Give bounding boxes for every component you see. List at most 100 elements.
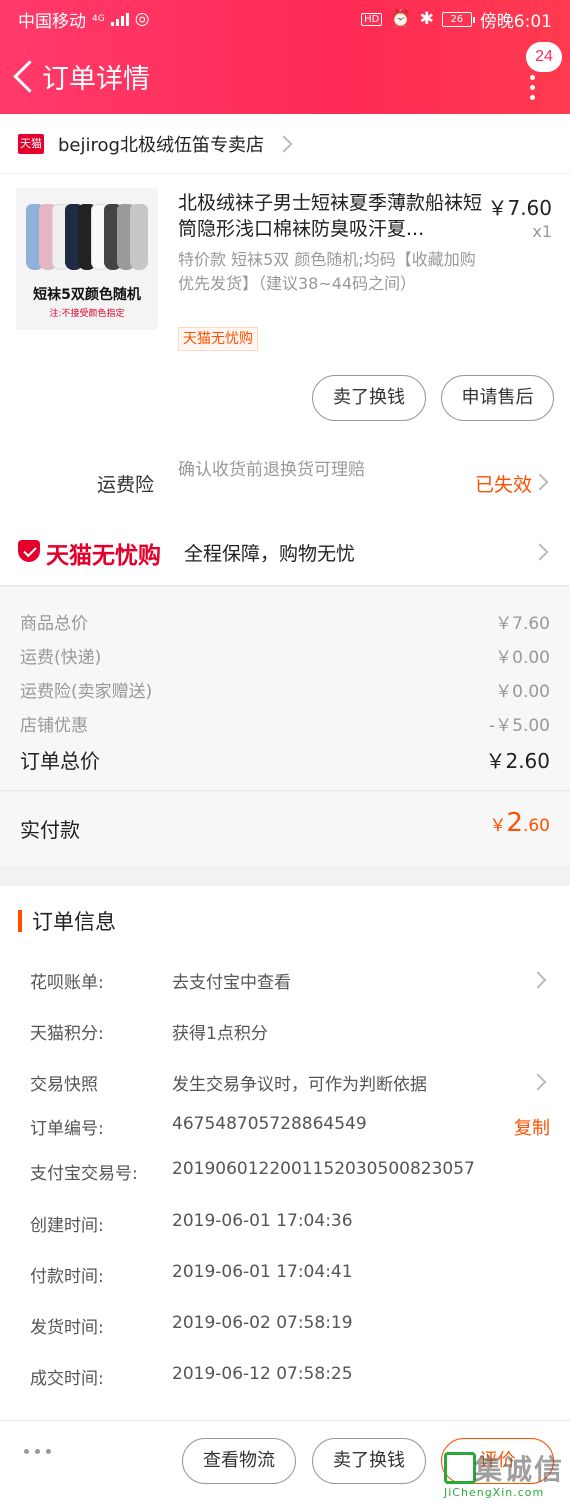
- info-row-paid: 付款时间: 2019-06-01 17:04:41: [30, 1262, 550, 1292]
- page-title: 订单详情: [42, 63, 150, 95]
- signal-icon: [110, 12, 129, 26]
- status-bar: 中国移动 4G ◎ HD ⏰ ✱ 26 傍晚6:01: [0, 0, 570, 38]
- store-name: bejirog北极绒伍笛专卖店: [58, 134, 264, 156]
- title-bar: 订单详情 24: [0, 38, 570, 114]
- hd-icon: HD: [361, 12, 383, 26]
- summary-value: ￥7.60: [495, 614, 550, 634]
- info-label: 发货时间:: [30, 1318, 104, 1338]
- tmall-logo-icon: 天猫: [18, 133, 44, 154]
- product-image[interactable]: 短袜5双颜色随机 注:不接受颜色指定: [16, 188, 158, 330]
- summary-row: 店铺优惠 -￥5.00: [20, 711, 550, 736]
- network-label: 4G: [92, 14, 105, 24]
- wuyou-row[interactable]: 天猫无忧购 全程保障，购物无忧: [0, 516, 570, 586]
- wuyou-tag: 天猫无忧购: [178, 327, 258, 351]
- shipping-insurance-row[interactable]: 运费险 确认收货前退换货可理赔 已失效: [0, 454, 570, 516]
- info-label: 天猫积分:: [30, 1024, 104, 1044]
- chevron-right-icon: [529, 1073, 547, 1091]
- insurance-desc: 确认收货前退换货可理赔: [178, 460, 365, 480]
- order-total-row: 订单总价 ￥2.60: [20, 745, 550, 774]
- shield-icon: [18, 540, 40, 562]
- product-card: 短袜5双颜色随机 注:不接受颜色指定 北极绒袜子男士短袜夏季薄款船袜短筒隐形浅口…: [0, 174, 570, 454]
- watermark-logo-icon: [444, 1452, 476, 1484]
- image-caption: 短袜5双颜色随机: [33, 287, 141, 303]
- order-info-title: 订单信息: [18, 908, 116, 934]
- info-label: 交易快照: [30, 1075, 98, 1095]
- paid-value: ￥2.60: [489, 808, 550, 838]
- summary-row: 运费险(卖家赠送) ￥0.00: [20, 677, 550, 702]
- insurance-label: 运费险: [97, 474, 155, 496]
- summary-label: 运费险(卖家赠送): [20, 682, 153, 702]
- product-title[interactable]: 北极绒袜子男士短袜夏季薄款船袜短筒隐形浅口棉袜防臭吸汗夏...: [178, 190, 484, 242]
- order-total-label: 订单总价: [20, 749, 100, 773]
- info-row-order-number: 订单编号: 467548705728864549 复制: [30, 1114, 550, 1144]
- info-row-alipay: 支付宝交易号: 2019060122001152030500823057: [30, 1159, 550, 1189]
- info-value: 2019060122001152030500823057: [172, 1159, 475, 1179]
- sell-button[interactable]: 卖了换钱: [312, 375, 426, 421]
- summary-label: 商品总价: [20, 614, 88, 634]
- info-label: 创建时间:: [30, 1216, 104, 1236]
- summary-label: 运费(快递): [20, 648, 102, 668]
- sell-button-bottom[interactable]: 卖了换钱: [312, 1438, 426, 1484]
- summary-value: ￥0.00: [495, 648, 550, 668]
- order-info-section: 订单信息 花呗账单: 去支付宝中查看 天猫积分: 获得1点积分 交易快照 发生交…: [0, 886, 570, 1420]
- chevron-right-icon: [529, 971, 547, 989]
- info-value: 发生交易争议时，可作为判断依据: [172, 1075, 427, 1095]
- alarm-icon: ⏰: [390, 9, 412, 29]
- socks-graphic: [26, 198, 148, 278]
- info-row-points: 天猫积分: 获得1点积分: [30, 1019, 550, 1049]
- bluetooth-icon: ✱: [419, 9, 434, 29]
- clock: 傍晚6:01: [479, 11, 552, 32]
- info-value: 2019-06-01 17:04:41: [172, 1262, 353, 1282]
- info-row-completed: 成交时间: 2019-06-12 07:58:25: [30, 1364, 550, 1394]
- image-note: 注:不接受颜色指定: [49, 309, 125, 319]
- battery-icon: 26: [441, 11, 475, 27]
- paid-row: 实付款 ￥2.60: [0, 792, 570, 866]
- info-label: 订单编号:: [30, 1119, 104, 1139]
- info-value: 2019-06-01 17:04:36: [172, 1211, 353, 1231]
- aftersale-button[interactable]: 申请售后: [441, 375, 554, 421]
- wuyou-brand: 天猫无忧购: [46, 543, 161, 569]
- wifi-icon: ◎: [134, 9, 150, 29]
- info-label: 付款时间:: [30, 1267, 104, 1287]
- product-quantity: x1: [532, 222, 552, 241]
- info-row-created: 创建时间: 2019-06-01 17:04:36: [30, 1211, 550, 1241]
- paid-int: 2: [506, 808, 523, 838]
- summary-row: 商品总价 ￥7.60: [20, 609, 550, 634]
- more-dots-icon[interactable]: [24, 1449, 51, 1454]
- back-icon[interactable]: [12, 56, 40, 96]
- info-value: 467548705728864549: [172, 1114, 367, 1134]
- info-value: 2019-06-02 07:58:19: [172, 1313, 353, 1333]
- summary-value: ￥0.00: [495, 682, 550, 702]
- summary-label: 店铺优惠: [20, 716, 88, 736]
- watermark: 集诚信 JiChengXin.com: [444, 1452, 564, 1499]
- product-sku: 特价款 短袜5双 颜色随机;均码【收藏加购优先发货】（建议38~44码之间）: [178, 250, 476, 293]
- insurance-status: 已失效: [474, 474, 532, 496]
- summary-value: -￥5.00: [489, 716, 550, 736]
- info-value: 去支付宝中查看: [172, 973, 291, 993]
- info-label: 成交时间:: [30, 1369, 104, 1389]
- wuyou-text: 全程保障，购物无忧: [184, 543, 356, 565]
- info-row-shipped: 发货时间: 2019-06-02 07:58:19: [30, 1313, 550, 1343]
- store-row[interactable]: 天猫 bejirog北极绒伍笛专卖店: [0, 114, 570, 174]
- order-total-value: ￥2.60: [485, 749, 550, 773]
- app-header: 中国移动 4G ◎ HD ⏰ ✱ 26 傍晚6:01 订单详情 24: [0, 0, 570, 114]
- summary-row: 运费(快递) ￥0.00: [20, 643, 550, 668]
- product-price: ￥7.60: [487, 196, 552, 220]
- view-logistics-button[interactable]: 查看物流: [182, 1438, 296, 1484]
- carrier-label: 中国移动: [18, 11, 86, 32]
- chevron-right-icon: [531, 543, 549, 561]
- price-summary: 商品总价 ￥7.60 运费(快递) ￥0.00 运费险(卖家赠送) ￥0.00 …: [0, 587, 570, 791]
- paid-dec: .60: [522, 816, 550, 836]
- info-value: 2019-06-12 07:58:25: [172, 1364, 353, 1384]
- paid-label: 实付款: [20, 818, 80, 842]
- info-row-huabei[interactable]: 花呗账单: 去支付宝中查看: [30, 968, 550, 998]
- paid-currency: ￥: [489, 816, 507, 836]
- info-label: 支付宝交易号:: [30, 1164, 138, 1184]
- message-badge: 24: [526, 42, 562, 72]
- watermark-text: 集诚信: [474, 1453, 565, 1486]
- info-value: 获得1点积分: [172, 1024, 268, 1044]
- copy-button[interactable]: 复制: [514, 1114, 550, 1140]
- info-row-snapshot[interactable]: 交易快照 发生交易争议时，可作为判断依据: [30, 1070, 550, 1100]
- watermark-url: JiChengXin.com: [444, 1486, 545, 1499]
- info-label: 花呗账单:: [30, 973, 104, 993]
